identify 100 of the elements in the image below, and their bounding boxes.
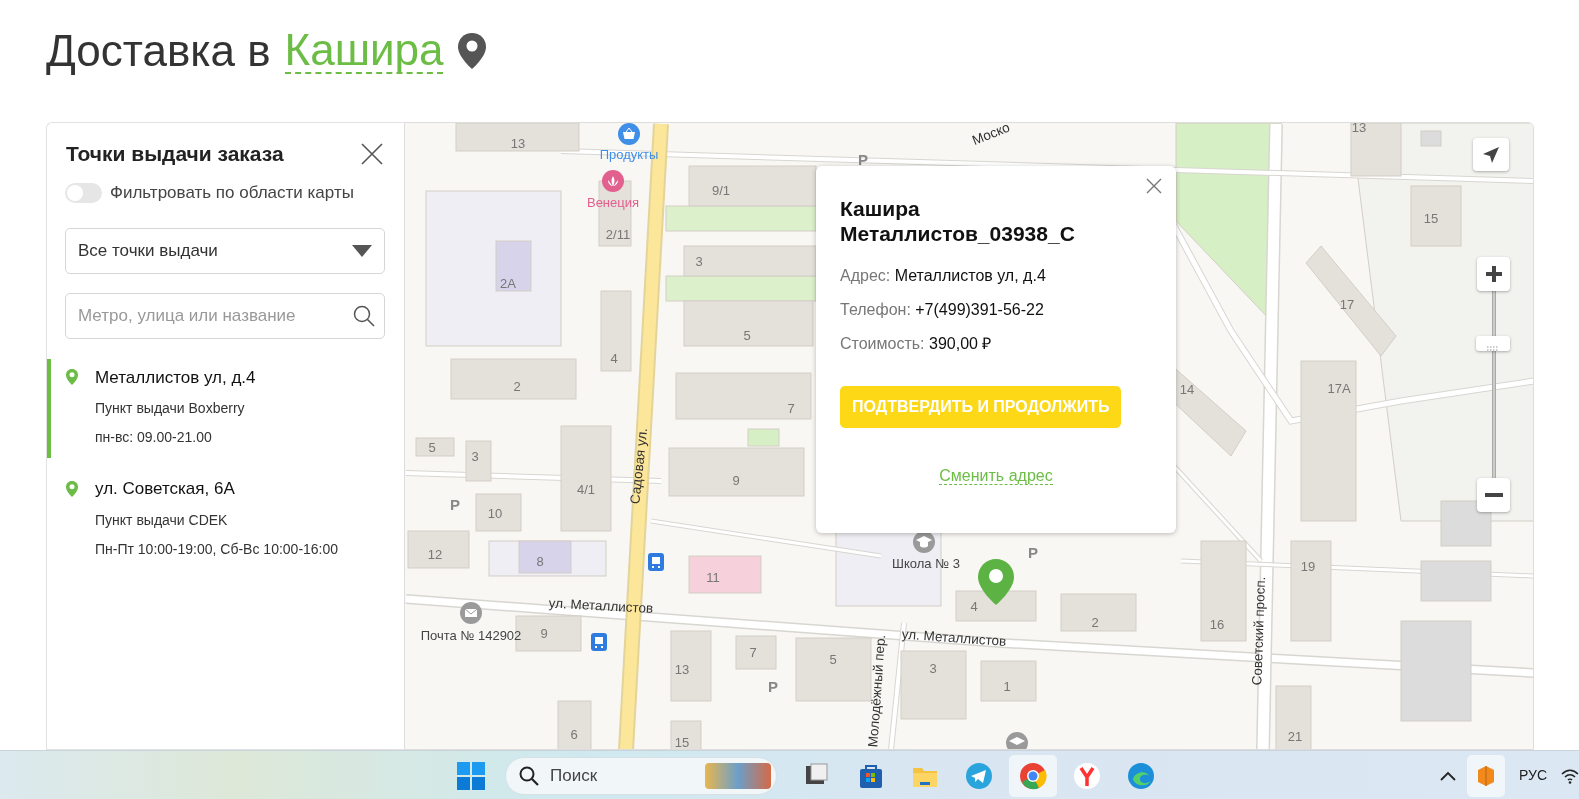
envelope-icon	[460, 602, 482, 624]
flower-icon	[602, 170, 624, 192]
point-hours: Пн-Пт 10:00-19:00, Сб-Вс 10:00-16:00	[95, 539, 340, 559]
wave-browser-icon	[1127, 761, 1155, 790]
close-icon	[1146, 178, 1162, 194]
building	[735, 635, 777, 670]
building-number: 5	[829, 652, 837, 666]
point-provider: Пункт выдачи CDEK	[95, 510, 229, 530]
navigation-arrow-icon	[1482, 145, 1500, 164]
building-number: 3	[471, 449, 479, 463]
point-detail: Телефон: +7(499)391-56-22	[840, 300, 1045, 321]
search-highlight-picture	[705, 762, 771, 789]
place-name: Почта № 142902	[420, 628, 522, 642]
plus-icon	[1484, 265, 1503, 283]
building-number: 17	[1339, 297, 1355, 311]
toggle-label: Фильтровать по области карты	[110, 182, 354, 205]
building-number: 5	[428, 440, 436, 454]
close-button[interactable]	[360, 141, 384, 166]
building-number: 8	[536, 554, 544, 568]
building	[407, 530, 470, 569]
point-detail: Адрес: Металлистов ул, д.4	[840, 266, 1047, 287]
hexagon-icon	[1475, 764, 1496, 787]
building-number: 4/1	[576, 482, 596, 496]
building-number: 10	[487, 506, 503, 520]
building-number: 15	[674, 735, 690, 749]
parking-sign: P	[768, 678, 778, 694]
street-name: ул. Металлистов	[901, 627, 1007, 649]
geolocate-button[interactable]	[1473, 138, 1509, 171]
parking-sign: P	[858, 151, 868, 167]
building	[465, 440, 492, 482]
place-name: Венеция	[586, 195, 640, 209]
taskbar-app-button[interactable]	[1009, 754, 1057, 797]
type-dropdown[interactable]: Все точки выдачи	[65, 227, 385, 274]
toggle-switch[interactable]	[65, 182, 102, 203]
building-number: 7	[749, 645, 757, 659]
place-name: Школа № 3	[892, 556, 960, 570]
zoom-slider-handle[interactable]	[1476, 336, 1510, 352]
search-icon	[353, 304, 375, 327]
building	[415, 437, 455, 457]
panel-title: Точки выдачи заказа	[66, 141, 284, 167]
building-number: 4	[970, 599, 978, 613]
building-number: 9/1	[711, 183, 731, 197]
building-number: 2	[1091, 615, 1099, 629]
letter-y-icon	[1073, 761, 1101, 790]
building-number: 21	[1287, 729, 1303, 743]
street-name: Садовая ул.	[628, 427, 650, 505]
zoom-in-button[interactable]	[1477, 257, 1510, 291]
building-number: 5	[743, 328, 751, 342]
building-number: 3	[929, 661, 937, 675]
building	[1420, 560, 1492, 602]
search-icon	[519, 765, 539, 786]
street-name: ул. Металлистов	[548, 596, 654, 616]
building-number: 13	[510, 136, 526, 150]
paper-plane-icon	[965, 761, 993, 790]
building-number: 13	[1351, 123, 1367, 134]
browser-ring-icon	[1019, 761, 1047, 790]
parking-sign: P	[450, 496, 460, 512]
input-language: РУС	[1517, 766, 1548, 785]
building-number: 1	[1003, 679, 1011, 693]
bus-stop-icon	[648, 553, 664, 571]
search-field[interactable]: Метро, улица или название	[65, 292, 385, 339]
building-number: 12	[427, 547, 443, 561]
place-name: Продукты	[599, 147, 659, 161]
chevron-up-icon	[1439, 770, 1456, 781]
building-number: 2/11	[605, 227, 631, 241]
building	[670, 630, 712, 702]
bus-stop-icon	[591, 633, 607, 651]
point-provider: Пункт выдачи Boxberry	[95, 399, 246, 419]
building-number: 13	[674, 662, 690, 676]
caret-icon	[352, 244, 372, 257]
building-number: 3	[695, 254, 703, 268]
location-pin-icon	[65, 479, 79, 498]
page-title: Доставка в	[46, 24, 271, 77]
location-pin-icon[interactable]	[457, 32, 488, 70]
building-number: 17А	[1327, 381, 1351, 395]
building	[495, 240, 532, 292]
location-pin-icon	[65, 368, 79, 387]
building-number: 14	[1179, 382, 1195, 396]
street-name: Советский просп.	[1250, 576, 1268, 686]
street-name: Молодёжный пер.	[866, 634, 888, 748]
building-number: 15	[1423, 211, 1439, 225]
building	[980, 660, 1037, 702]
building	[518, 540, 572, 574]
wifi-icon	[1561, 767, 1579, 784]
minus-icon	[1484, 492, 1503, 498]
building-number: 4	[610, 351, 618, 365]
building	[475, 493, 522, 532]
pickup-point-item[interactable]: ул. Советская, 6А Пункт выдачи CDEK Пн-Пт 10:00-19:00, Сб-Вс 10:00-16:00	[47, 470, 404, 570]
building-number: 11	[706, 570, 720, 584]
building-number: 9	[540, 626, 548, 640]
close-button[interactable]	[1146, 178, 1162, 194]
building	[900, 650, 967, 720]
building-number: 19	[1300, 559, 1316, 573]
point-detail: Стоимость: 390,00 ₽	[840, 334, 993, 355]
building-number: 9	[732, 473, 740, 487]
building-number: 2А	[500, 276, 516, 290]
building-number: 2	[513, 379, 521, 393]
windows-logo-icon	[456, 760, 486, 791]
zoom-out-button[interactable]	[1477, 478, 1510, 512]
point-address: Металлистов ул, д.4	[95, 366, 256, 389]
